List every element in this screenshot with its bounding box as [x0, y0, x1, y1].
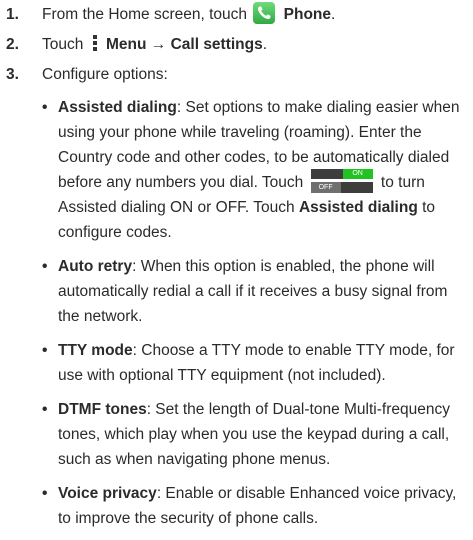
option-body-bold: Assisted dialing: [298, 199, 418, 216]
punctuation: .: [262, 36, 268, 53]
toggle-on-label: ON: [342, 169, 373, 180]
step-number: 1.: [6, 6, 19, 23]
instructions: 1. From the Home screen, touch Phone. 2.…: [0, 0, 473, 531]
option-title: Assisted dialing: [58, 99, 177, 116]
step-text: Touch: [42, 36, 84, 53]
step-number: 3.: [6, 66, 19, 83]
option-tty-mode: • TTY mode: Choose a TTY mode to enable …: [42, 338, 469, 388]
menu-icon: [91, 33, 99, 53]
phone-label: Phone: [283, 6, 332, 23]
step-3: 3. Configure options: • Assisted dialing…: [6, 62, 469, 531]
bullet-dot: •: [42, 258, 48, 275]
on-off-toggle-icon: ON OFF: [310, 169, 373, 194]
toggle-off-label: OFF: [310, 182, 341, 194]
bullet-dot: •: [42, 401, 48, 418]
step-2: 2. Touch Menu → Call settings.: [6, 32, 469, 57]
step-number: 2.: [6, 36, 19, 53]
step-text: Configure options:: [42, 66, 168, 83]
option-assisted-dialing: • Assisted dialing: Set options to make …: [42, 95, 469, 245]
step-1: 1. From the Home screen, touch Phone.: [6, 2, 469, 27]
option-voice-privacy: • Voice privacy: Enable or disable Enhan…: [42, 481, 469, 531]
bullet-dot: •: [42, 99, 48, 116]
step-text: From the Home screen, touch: [42, 6, 248, 23]
phone-app-icon: [253, 2, 276, 25]
option-auto-retry: • Auto retry: When this option is enable…: [42, 254, 469, 329]
option-dtmf-tones: • DTMF tones: Set the length of Dual-ton…: [42, 397, 469, 472]
punctuation: .: [331, 6, 336, 23]
option-title: TTY mode: [58, 342, 133, 359]
menu-call-settings-label: Menu → Call settings: [106, 36, 263, 53]
option-title: Auto retry: [58, 258, 133, 275]
bullet-dot: •: [42, 485, 48, 502]
bullet-dot: •: [42, 342, 48, 359]
option-title: DTMF tones: [58, 401, 147, 418]
option-title: Voice privacy: [58, 485, 157, 502]
options-list: • Assisted dialing: Set options to make …: [42, 95, 469, 531]
